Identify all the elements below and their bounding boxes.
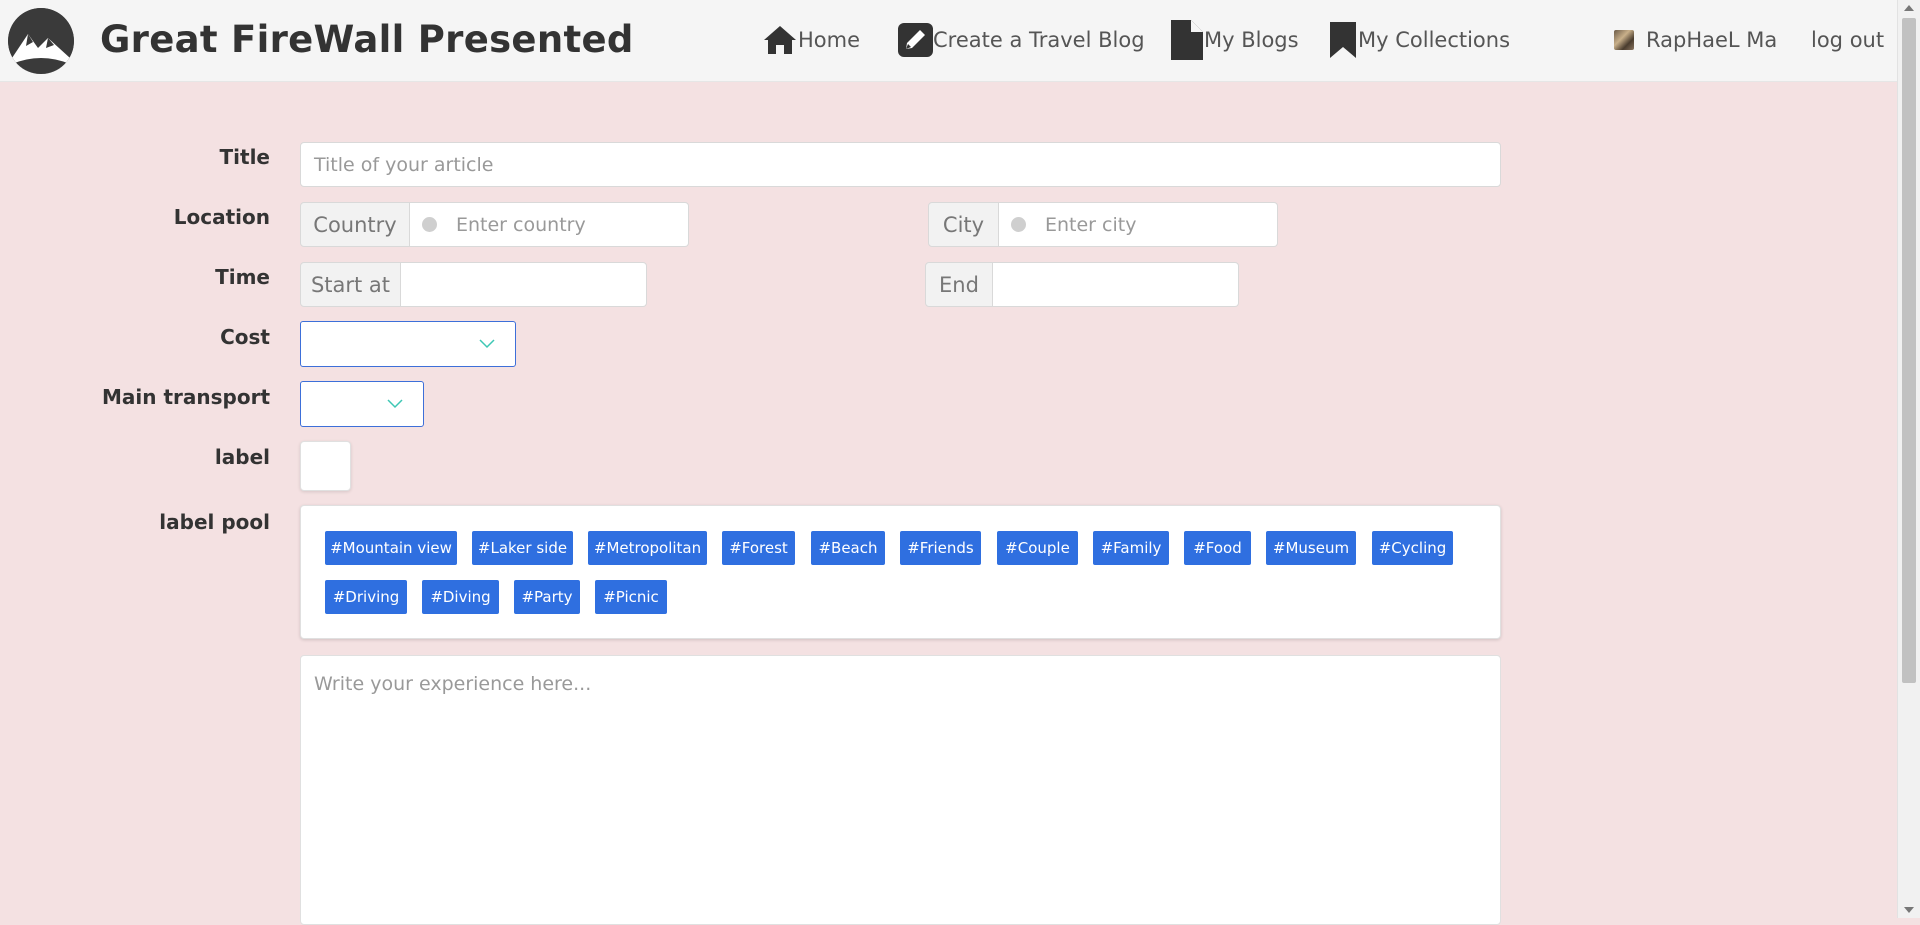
nav-create-blog[interactable]: Create a Travel Blog [898, 20, 1145, 60]
brand-title[interactable]: Great FireWall Presented [100, 18, 634, 61]
nav-my-blogs[interactable]: My Blogs [1169, 20, 1299, 60]
pencil-icon [898, 23, 933, 57]
tag-diving[interactable]: #Diving [422, 580, 499, 614]
country-placeholder: Enter country [456, 213, 586, 236]
city-input[interactable]: Enter city [999, 202, 1278, 247]
tag-food[interactable]: #Food [1184, 531, 1251, 565]
tag-forest[interactable]: #Forest [722, 531, 795, 565]
nav-my-blogs-label: My Blogs [1204, 28, 1299, 52]
end-addon: End [925, 262, 993, 307]
nav-my-collections-label: My Collections [1358, 28, 1511, 52]
label-pool: #Mountain view #Laker side #Metropolitan… [300, 505, 1501, 639]
label-pool-label: label pool [159, 510, 270, 534]
document-icon [1171, 20, 1203, 60]
tag-cycling[interactable]: #Cycling [1372, 531, 1453, 565]
chevron-down-icon [479, 339, 495, 349]
country-addon-text: Country [313, 212, 397, 237]
tag-metropolitan[interactable]: #Metropolitan [588, 531, 707, 565]
user-profile[interactable]: RapHaeL Ma [1614, 20, 1777, 60]
tag-picnic[interactable]: #Picnic [595, 580, 667, 614]
location-label: Location [173, 205, 270, 229]
end-addon-text: End [939, 272, 979, 297]
avatar [1614, 30, 1634, 50]
content-textarea[interactable]: Write your experience here... [300, 655, 1501, 925]
top-navbar: Great FireWall Presented Home Create a T… [0, 0, 1898, 82]
nav-create-blog-label: Create a Travel Blog [933, 28, 1145, 52]
tag-couple[interactable]: #Couple [997, 531, 1078, 565]
globe-icon [422, 217, 437, 232]
scroll-up-arrow-icon[interactable] [1904, 5, 1914, 11]
content-placeholder: Write your experience here... [314, 673, 592, 695]
tag-driving[interactable]: #Driving [325, 580, 407, 614]
user-name: RapHaeL Ma [1646, 28, 1778, 52]
globe-icon [1011, 217, 1026, 232]
logout-link[interactable]: log out [1811, 20, 1884, 60]
city-addon-text: City [942, 212, 985, 237]
vertical-scrollbar[interactable] [1897, 0, 1920, 918]
selected-labels-box[interactable] [300, 441, 351, 491]
country-addon: Country [300, 202, 410, 247]
logout-label: log out [1811, 28, 1885, 52]
time-label: Time [215, 265, 270, 289]
scroll-thumb[interactable] [1902, 18, 1916, 683]
tag-museum[interactable]: #Museum [1266, 531, 1356, 565]
main-transport-label: Main transport [102, 385, 270, 409]
label-field-label: label [214, 445, 270, 469]
city-addon: City [928, 202, 999, 247]
tag-beach[interactable]: #Beach [811, 531, 885, 565]
start-date-input[interactable] [401, 262, 647, 307]
tag-mountain-view[interactable]: #Mountain view [325, 531, 457, 565]
tag-family[interactable]: #Family [1093, 531, 1169, 565]
start-addon-text: Start at [310, 272, 391, 297]
chevron-down-icon [387, 399, 403, 409]
city-placeholder: Enter city [1045, 213, 1137, 236]
main-transport-select[interactable] [300, 381, 424, 427]
tag-party[interactable]: #Party [514, 580, 580, 614]
tag-friends[interactable]: #Friends [900, 531, 981, 565]
title-placeholder: Title of your article [314, 153, 494, 176]
end-date-input[interactable] [993, 262, 1239, 307]
mountain-logo-icon[interactable] [8, 8, 74, 74]
bookmark-icon [1330, 22, 1356, 58]
cost-select[interactable] [300, 321, 516, 367]
nav-my-collections[interactable]: My Collections [1328, 20, 1510, 60]
home-icon [764, 26, 796, 54]
title-label: Title [219, 145, 270, 169]
title-input[interactable]: Title of your article [300, 142, 1501, 187]
cost-label: Cost [220, 325, 270, 349]
country-input[interactable]: Enter country [410, 202, 689, 247]
nav-home-label: Home [798, 28, 861, 52]
scroll-down-arrow-icon[interactable] [1904, 907, 1914, 913]
start-addon: Start at [300, 262, 401, 307]
nav-home[interactable]: Home [762, 20, 860, 60]
tag-laker-side[interactable]: #Laker side [472, 531, 573, 565]
